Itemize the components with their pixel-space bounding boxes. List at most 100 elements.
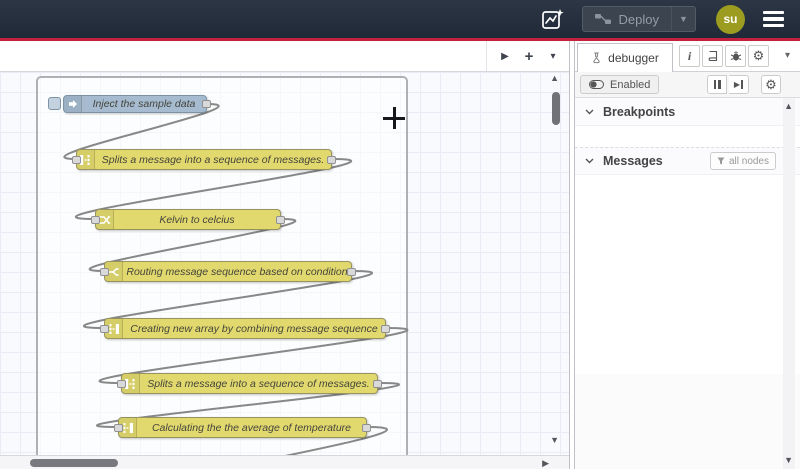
- deploy-button-group: Deploy ▼: [581, 6, 696, 32]
- scroll-up-icon: ▲: [784, 101, 793, 111]
- messages-title: Messages: [603, 154, 663, 168]
- flow-tabbar: ▶ + ▾: [0, 41, 569, 72]
- flow-chart-sparkle-icon: [542, 8, 564, 29]
- scroll-down-icon: ▼: [550, 435, 559, 445]
- sidebar-tabbar: debugger i ⚙ ▾: [575, 41, 800, 72]
- node-label: Routing message sequence based on condit…: [126, 265, 348, 278]
- input-port[interactable]: [100, 267, 109, 276]
- flow-node-split[interactable]: Splits a message into a sequence of mess…: [117, 373, 382, 394]
- flow-node-split[interactable]: Splits a message into a sequence of mess…: [72, 149, 336, 170]
- scroll-right-icon: ▶: [542, 458, 549, 468]
- input-port[interactable]: [91, 215, 100, 224]
- canvas-scroll-up-button[interactable]: ▲: [550, 74, 559, 83]
- tab-scroll-right-icon: ▶: [501, 50, 509, 62]
- node-label: Calculating the the average of temperatu…: [151, 421, 352, 434]
- scroll-up-icon: ▲: [550, 73, 559, 83]
- flow-node-join[interactable]: Creating new array by combining message …: [100, 318, 390, 339]
- flow-node-inject[interactable]: Inject the sample data: [48, 95, 211, 113]
- output-port[interactable]: [347, 267, 356, 276]
- canvas-vertical-scrollbar-thumb[interactable]: [552, 92, 560, 125]
- flow-node-switch[interactable]: Routing message sequence based on condit…: [100, 261, 356, 282]
- output-port[interactable]: [373, 379, 382, 388]
- toggle-icon: [589, 80, 604, 89]
- messages-filter-button[interactable]: all nodes: [709, 152, 776, 170]
- tab-debugger-label: debugger: [608, 51, 659, 65]
- info-tab-button[interactable]: i: [679, 45, 700, 67]
- chevron-down-icon: [585, 109, 594, 114]
- settings-tab-button[interactable]: ⚙: [748, 45, 769, 67]
- avatar-initials: su: [723, 12, 738, 26]
- input-port[interactable]: [117, 379, 126, 388]
- sidebar-tab-list-button[interactable]: ▾: [785, 50, 790, 61]
- canvas-scroll-right-button[interactable]: ▶: [542, 459, 549, 468]
- output-port[interactable]: [362, 423, 371, 432]
- inject-node-icon: [64, 96, 82, 112]
- output-port[interactable]: [327, 155, 336, 164]
- messages-filter-label: all nodes: [728, 155, 769, 167]
- main-area: ▶ + ▾ Inject the sample data Splits a mes…: [0, 41, 800, 469]
- output-port[interactable]: [202, 100, 211, 108]
- node-label: Inject the sample data: [92, 98, 196, 110]
- node-label: Splits a message into a sequence of mess…: [101, 153, 325, 166]
- output-port[interactable]: [276, 215, 285, 224]
- tab-scroll-right-button[interactable]: ▶: [493, 45, 517, 67]
- inject-trigger-button[interactable]: [48, 97, 61, 110]
- debugger-pause-button[interactable]: [707, 75, 727, 94]
- sidebar: debugger i ⚙ ▾ Enabled ▶ ⚙ Breakpoints M…: [574, 41, 800, 469]
- canvas-horizontal-scrollbar[interactable]: ▶: [0, 455, 569, 469]
- breakpoints-title: Breakpoints: [603, 104, 676, 119]
- messages-section-header[interactable]: Messages all nodes: [575, 147, 800, 174]
- input-port[interactable]: [114, 423, 123, 432]
- flow-node-join[interactable]: Calculating the the average of temperatu…: [114, 417, 371, 438]
- chevron-down-icon: [585, 158, 594, 164]
- debugger-settings-button[interactable]: ⚙: [761, 75, 781, 94]
- enabled-label: Enabled: [610, 78, 651, 91]
- sidebar-scrollbar[interactable]: ▲ ▼: [783, 98, 795, 469]
- flow-canvas[interactable]: Inject the sample data Splits a message i…: [0, 72, 569, 455]
- debugger-step-button[interactable]: ▶: [729, 75, 749, 94]
- output-port[interactable]: [381, 324, 390, 333]
- flow-list-caret-icon: ▾: [550, 50, 556, 62]
- node-label: Splits a message into a sequence of mess…: [147, 377, 370, 390]
- input-port[interactable]: [100, 324, 109, 333]
- node-label: Kelvin to celcius: [159, 213, 235, 226]
- gear-icon: ⚙: [752, 48, 765, 63]
- sidebar-tab-buttons: i ⚙: [679, 45, 769, 67]
- breakpoints-list: [575, 125, 800, 147]
- pause-icon: [713, 80, 721, 89]
- canvas-horizontal-scrollbar-thumb[interactable]: [30, 459, 118, 467]
- tabbar-controls: ▶ + ▾: [486, 41, 565, 71]
- tab-debugger[interactable]: debugger: [577, 43, 673, 72]
- messages-list: [575, 174, 800, 374]
- sidebar-scroll-down-button[interactable]: ▼: [784, 456, 793, 465]
- debug-tab-button[interactable]: [725, 45, 746, 67]
- bug-icon: [730, 51, 741, 61]
- flow-list-button[interactable]: ▾: [541, 45, 565, 67]
- canvas-scroll-down-button[interactable]: ▼: [550, 436, 559, 445]
- gear-icon: ⚙: [765, 76, 777, 92]
- user-avatar[interactable]: su: [716, 4, 745, 34]
- info-icon: i: [687, 48, 692, 63]
- deploy-nodes-icon: [594, 14, 611, 24]
- workspace: ▶ + ▾ Inject the sample data Splits a mes…: [0, 41, 570, 469]
- deploy-options-button[interactable]: ▼: [671, 7, 695, 31]
- hamburger-icon: [763, 10, 784, 15]
- flask-icon: [593, 52, 600, 64]
- sidebar-scroll-up-button[interactable]: ▲: [784, 102, 793, 111]
- flow-node-change[interactable]: Kelvin to celcius: [91, 209, 285, 230]
- sidebar-caret-icon: ▾: [784, 50, 790, 61]
- step-next-icon: ▶: [734, 80, 744, 89]
- breakpoints-section-header[interactable]: Breakpoints: [575, 98, 800, 125]
- book-icon: [708, 50, 717, 62]
- help-tab-button[interactable]: [702, 45, 723, 67]
- node-label: Creating new array by combining message …: [130, 322, 378, 335]
- header: Deploy ▼ su: [0, 0, 800, 38]
- deploy-label: Deploy: [618, 11, 659, 27]
- debugger-enabled-toggle[interactable]: Enabled: [580, 75, 660, 94]
- add-flow-button[interactable]: +: [517, 45, 541, 67]
- main-menu-button[interactable]: [759, 7, 788, 32]
- deploy-button[interactable]: Deploy: [583, 7, 671, 31]
- input-port[interactable]: [72, 155, 81, 164]
- scroll-down-icon: ▼: [784, 455, 793, 465]
- flow-assistant-button[interactable]: [538, 4, 568, 34]
